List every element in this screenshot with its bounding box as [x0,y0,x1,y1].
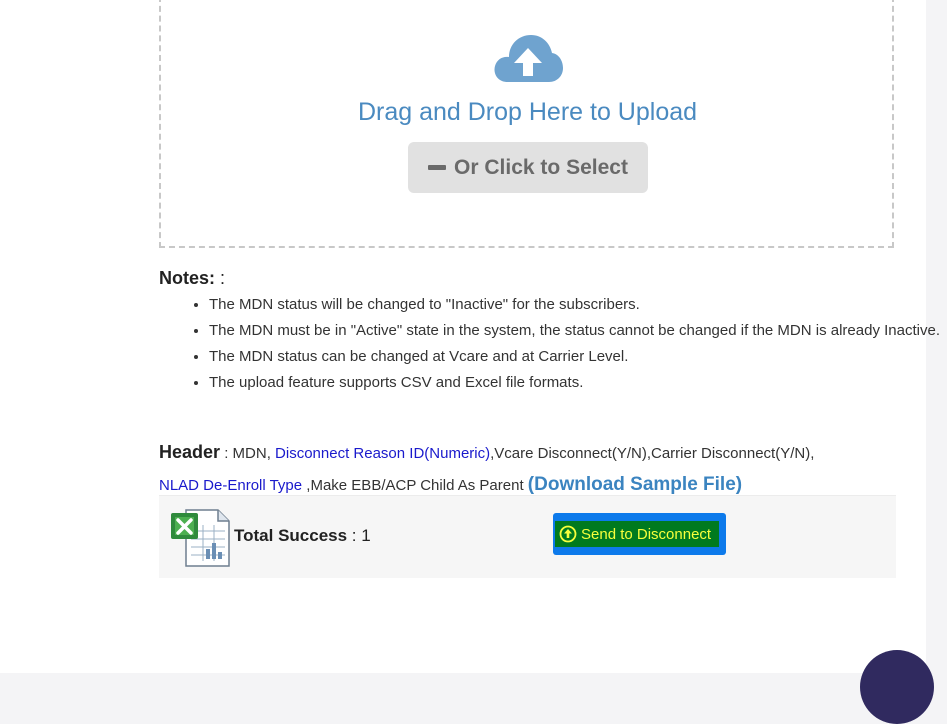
download-sample-link[interactable]: (Download Sample File) [528,474,742,495]
excel-file-icon [171,509,230,567]
upload-result-row: Total Success : 1 Send to Disconnect [159,495,896,578]
header-field-mdn: MDN, [232,445,276,462]
note-item: The MDN status can be changed at Vcare a… [209,344,947,370]
notes-list: The MDN status will be changed to "Inact… [159,292,947,396]
send-to-disconnect-button[interactable]: Send to Disconnect [553,513,726,555]
header-label: Header [159,442,221,462]
cloud-upload-icon [494,35,563,82]
select-file-button[interactable]: Or Click to Select [408,142,648,193]
total-success-label: Total Success [234,526,348,545]
total-success-sep: : [347,526,362,545]
send-to-disconnect-label: Send to Disconnect [581,525,712,543]
upload-title: Drag and Drop Here to Upload [357,98,698,126]
minus-icon [428,165,447,170]
note-item: The upload feature supports CSV and Exce… [209,370,947,396]
notes-label: Notes: [159,268,216,288]
note-item: The MDN must be in "Active" state in the… [209,318,947,344]
notes-suffix: : [215,268,226,288]
header-fields-middle: ,Vcare Disconnect(Y/N),Carrier Disconnec… [490,445,815,462]
total-success-text: Total Success : 1 [234,526,371,546]
arrow-up-circle-icon [559,525,577,543]
chat-fab-button[interactable] [860,650,934,724]
header-colon: : [220,445,233,462]
note-item: The MDN status will be changed to "Inact… [209,292,947,318]
select-file-label: Or Click to Select [454,155,628,179]
nlad-deenroll-link[interactable]: NLAD De-Enroll Type [159,477,302,494]
total-success-value: 1 [361,526,371,545]
notes-heading: Notes: : [159,268,225,289]
header-fields-end: ,Make EBB/ACP Child As Parent [302,477,528,494]
send-to-disconnect-highlight: Send to Disconnect [555,521,719,547]
disconnect-reason-link[interactable]: Disconnect Reason ID(Numeric) [275,445,490,462]
header-format-line: Header : MDN, Disconnect Reason ID(Numer… [159,437,899,501]
